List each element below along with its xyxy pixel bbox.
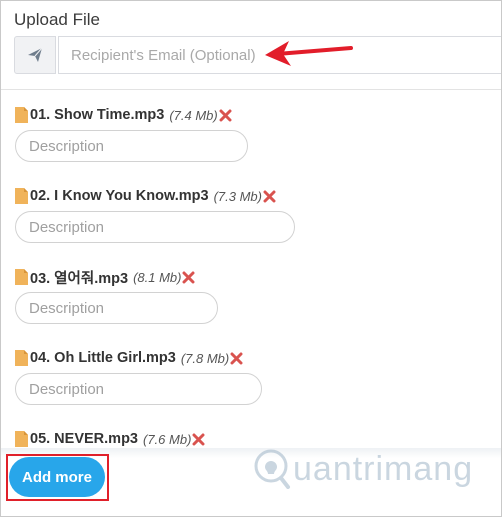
file-icon: [15, 350, 28, 366]
file-item: 02. I Know You Know.mp3 (7.3 Mb): [15, 186, 295, 243]
email-row: [14, 36, 501, 74]
description-input[interactable]: [15, 130, 248, 162]
file-icon: [15, 188, 28, 204]
file-icon: [15, 431, 28, 447]
file-size: (7.8 Mb): [180, 350, 230, 366]
remove-icon[interactable]: [182, 271, 195, 284]
file-icon: [15, 107, 28, 123]
description-input[interactable]: [15, 292, 218, 324]
remove-icon[interactable]: [230, 352, 243, 365]
add-more-button[interactable]: Add more: [9, 457, 105, 497]
send-icon[interactable]: [14, 36, 56, 74]
divider: [1, 89, 501, 90]
annotation-arrow-icon: [265, 41, 353, 66]
file-size: (7.6 Mb): [143, 431, 192, 447]
remove-icon[interactable]: [263, 190, 276, 203]
file-size: (8.1 Mb): [133, 269, 182, 285]
file-name: 01. Show Time.mp3: [30, 107, 165, 123]
remove-icon[interactable]: [192, 433, 205, 446]
file-name: 05. NEVER.mp3: [30, 431, 138, 447]
lightbulb-logo-icon: [254, 449, 290, 489]
file-item: 04. Oh Little Girl.mp3 (7.8 Mb): [15, 348, 262, 405]
upload-panel: Upload File 01. Show Time.mp3 (7.4 Mb): [0, 0, 502, 517]
remove-icon[interactable]: [219, 109, 232, 122]
description-input[interactable]: [15, 373, 262, 405]
file-name: 03. 열어줘.mp3: [30, 270, 129, 287]
page-title: Upload File: [14, 10, 100, 29]
file-item: 05. NEVER.mp3 (7.6 Mb): [15, 429, 205, 449]
file-name: 04. Oh Little Girl.mp3: [30, 350, 176, 366]
file-size: (7.3 Mb): [213, 188, 262, 204]
description-input[interactable]: [15, 211, 295, 243]
file-item: 03. 열어줘.mp3 (8.1 Mb): [15, 267, 218, 324]
watermark-text: uantrimang: [293, 449, 474, 488]
file-icon: [15, 269, 28, 285]
file-name: 02. I Know You Know.mp3: [30, 188, 209, 204]
watermark: uantrimang: [251, 447, 473, 491]
file-item: 01. Show Time.mp3 (7.4 Mb): [15, 105, 248, 162]
file-size: (7.4 Mb): [169, 107, 218, 123]
